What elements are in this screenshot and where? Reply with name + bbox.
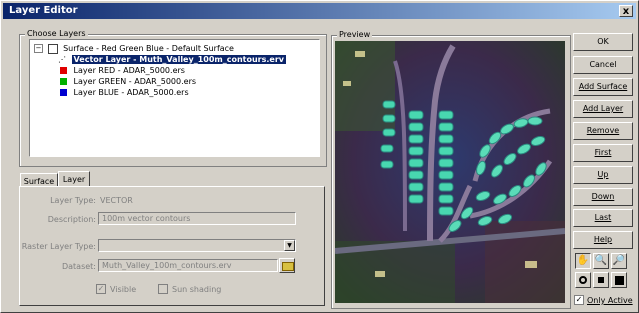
tab-layer[interactable]: Layer — [58, 171, 90, 187]
title-bar[interactable]: Layer Editor x — [3, 3, 636, 19]
folder-open-icon[interactable] — [279, 258, 295, 273]
tree-item-label: Layer GREEN - ADAR_5000.ers — [73, 77, 197, 86]
up-button[interactable]: Up — [573, 166, 633, 184]
first-button[interactable]: First — [573, 144, 633, 162]
green-swatch-icon — [60, 78, 67, 85]
last-button[interactable]: Last — [573, 209, 633, 227]
tree-item-label: Layer RED - ADAR_5000.ers — [73, 66, 185, 75]
tree-item-label: Vector Layer - Muth_Valley_100m_contours… — [71, 55, 287, 64]
raster-layer-type-label: Raster Layer Type: — [21, 242, 96, 251]
surface-label: Surface - Red Green Blue - Default Surfa… — [63, 44, 234, 53]
only-active-label: Only Active — [587, 296, 633, 305]
dataset-label: Dataset: — [61, 262, 96, 271]
record-icon[interactable] — [575, 272, 591, 288]
zoom-in-icon[interactable]: 🔍 — [593, 253, 609, 269]
preview-label: Preview — [337, 30, 373, 39]
sun-shading-label: Sun shading — [172, 285, 222, 294]
choose-layers-label: Choose Layers — [25, 29, 88, 38]
zoom-out-icon[interactable]: 🔎 — [611, 253, 627, 269]
layer-type-value: VECTOR — [100, 196, 133, 205]
hand-icon[interactable]: ✋ — [575, 253, 591, 269]
surface-icon — [47, 43, 58, 54]
help-button[interactable]: Help — [573, 231, 633, 249]
window-title: Layer Editor — [9, 5, 78, 16]
dataset-field[interactable]: Muth_Valley_100m_contours.erv — [98, 259, 278, 272]
remove-button[interactable]: Remove — [573, 122, 633, 140]
vector-layer-icon: ⋰ — [58, 55, 66, 64]
description-label: Description: — [47, 215, 96, 224]
tree-item-label: Layer BLUE - ADAR_5000.ers — [73, 88, 189, 97]
chevron-down-icon[interactable]: ▼ — [284, 240, 295, 251]
red-swatch-icon — [60, 67, 67, 74]
visible-checkbox[interactable]: ✓ — [96, 284, 106, 294]
aerial-image — [335, 41, 565, 303]
tree-row-surface[interactable]: − Surface - Red Green Blue - Default Sur… — [34, 43, 234, 54]
stop-icon[interactable] — [593, 272, 609, 288]
only-active-checkbox[interactable]: ✓ — [574, 295, 584, 305]
visible-label: Visible — [110, 285, 137, 294]
down-button[interactable]: Down — [573, 188, 633, 206]
layer-type-label: Layer Type: — [50, 196, 96, 205]
cancel-button[interactable]: Cancel — [573, 56, 633, 74]
layer-editor-window: Layer Editor x Choose Layers − Surface -… — [0, 0, 639, 313]
add-surface-button[interactable]: Add Surface — [573, 78, 633, 96]
tree-row-blue-layer[interactable]: Layer BLUE - ADAR_5000.ers — [60, 87, 189, 98]
collapse-icon[interactable]: − — [34, 44, 43, 53]
raster-layer-type-select[interactable] — [98, 239, 296, 252]
preview-image[interactable] — [335, 41, 565, 303]
tree-row-green-layer[interactable]: Layer GREEN - ADAR_5000.ers — [60, 76, 196, 87]
layer-tab-panel: Layer Type: VECTOR Description: 100m vec… — [19, 186, 325, 306]
description-field[interactable]: 100m vector contours — [98, 212, 296, 225]
close-button[interactable]: x — [619, 5, 633, 17]
ok-button[interactable]: OK — [573, 33, 633, 51]
tree-row-vector-layer[interactable]: ⋰ Vector Layer - Muth_Valley_100m_contou… — [58, 54, 287, 65]
add-layer-button[interactable]: Add Layer — [573, 100, 633, 118]
sun-shading-checkbox[interactable] — [158, 284, 168, 294]
tab-surface[interactable]: Surface — [20, 173, 58, 187]
layer-tree[interactable]: − Surface - Red Green Blue - Default Sur… — [29, 39, 320, 157]
tree-row-red-layer[interactable]: Layer RED - ADAR_5000.ers — [60, 65, 185, 76]
close-box-icon[interactable] — [611, 272, 627, 288]
blue-swatch-icon — [60, 89, 67, 96]
